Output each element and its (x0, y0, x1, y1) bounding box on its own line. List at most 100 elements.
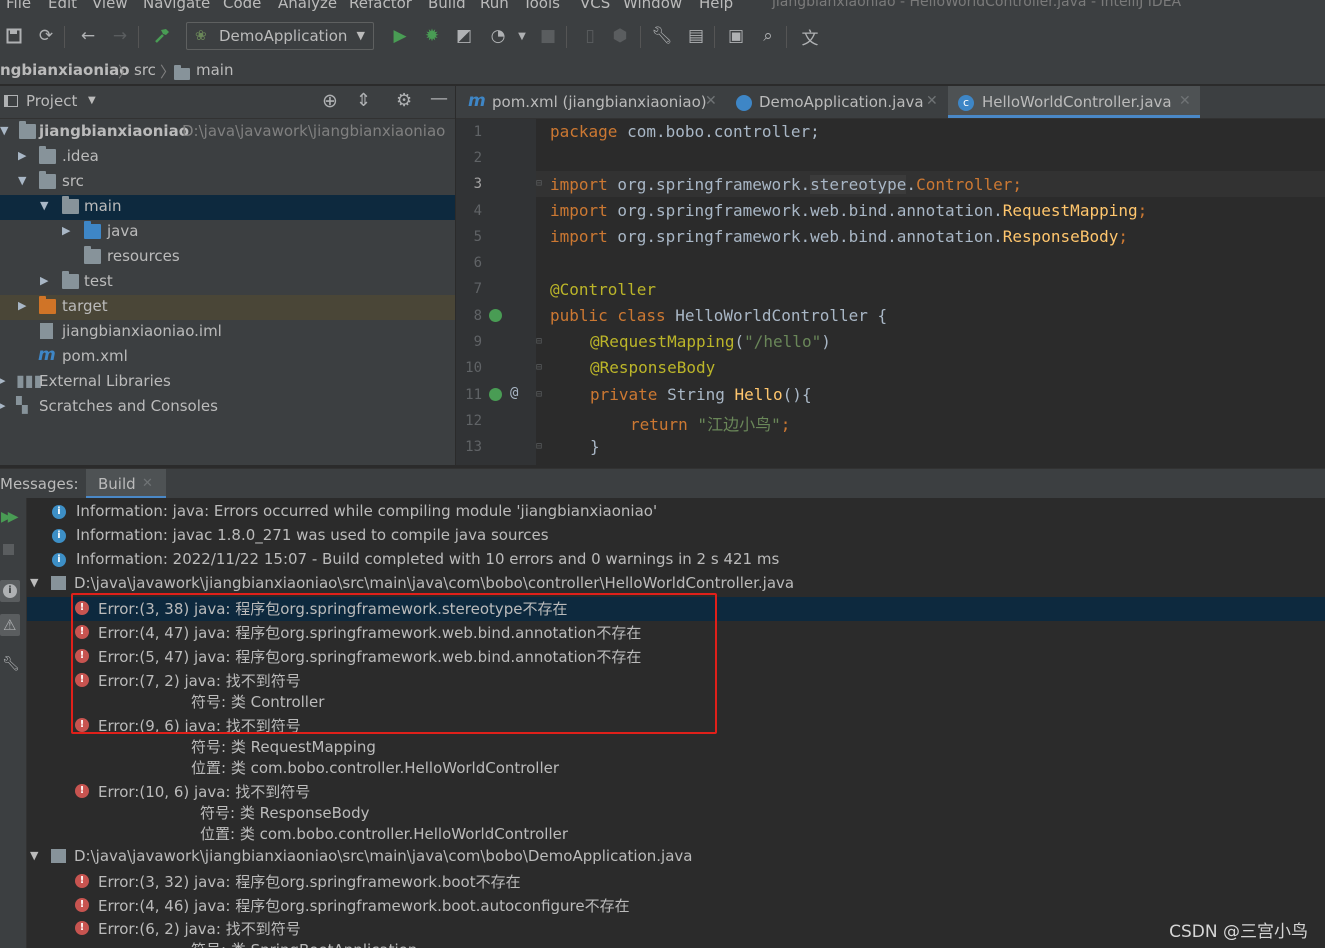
menu-bar: File Edit View Navigate Code Analyze Ref… (0, 0, 1325, 14)
tree-item-resources[interactable]: resources (0, 245, 455, 270)
terminal-icon[interactable]: ▣ (724, 24, 748, 48)
gear-icon[interactable]: ⚙ (396, 90, 412, 111)
menu-help[interactable]: Help (699, 0, 733, 12)
menu-navigate[interactable]: Navigate (143, 0, 210, 12)
menu-code[interactable]: Code (223, 0, 261, 12)
attach-icon[interactable]: ▯ (578, 24, 602, 48)
menu-vcs[interactable]: VCS (580, 0, 610, 12)
profile-icon[interactable]: ◔ (486, 24, 510, 48)
tab-pom[interactable]: m pom.xml (jiangbianxiaoniao) ✕ (456, 86, 728, 118)
expand-arrow-icon[interactable]: ▶ (40, 274, 48, 287)
wrench-icon[interactable]: 🔧︎ (650, 24, 674, 48)
close-icon[interactable]: ✕ (142, 476, 153, 491)
menu-window[interactable]: Window (623, 0, 682, 12)
web-mapping-icon[interactable]: @ (510, 385, 518, 401)
code-line-10: @ResponseBody (590, 358, 716, 377)
close-icon[interactable]: ✕ (926, 93, 938, 109)
tree-item-root[interactable]: ▼ jiangbianxiaoniao D:\java\javawork\jia… (0, 120, 455, 145)
menu-file[interactable]: File (6, 0, 31, 12)
breadcrumb-src[interactable]: src (134, 61, 156, 79)
breadcrumb-main[interactable]: main (196, 61, 233, 79)
menu-refactor[interactable]: Refactor (349, 0, 412, 12)
tree-item-test[interactable]: ▶ test (0, 270, 455, 295)
code-line-5: import org.springframework.web.bind.anno… (550, 227, 1128, 246)
expand-arrow-icon[interactable]: ▼ (0, 124, 8, 137)
close-icon[interactable]: ✕ (1179, 93, 1191, 109)
menu-build[interactable]: Build (428, 0, 466, 12)
stop-icon[interactable] (3, 544, 14, 555)
collapse-all-icon[interactable]: ⇕ (356, 90, 371, 111)
expand-arrow-icon[interactable]: ▼ (30, 576, 38, 589)
code-line-8: public class HelloWorldController { (550, 306, 888, 325)
menu-run[interactable]: Run (480, 0, 509, 12)
expand-arrow-icon[interactable]: ▸ (0, 399, 6, 412)
tree-item-scratches[interactable]: ▸ ▚ Scratches and Consoles (0, 395, 455, 420)
fold-icon[interactable]: ⊟ (536, 389, 542, 400)
wrench-icon[interactable]: 🔧︎ (2, 656, 20, 672)
rerun-icon[interactable]: ▶▶ (1, 509, 18, 525)
fold-icon[interactable]: ⊟ (536, 362, 542, 373)
run-icon[interactable]: ▶ (388, 24, 412, 48)
tab-helloworldcontroller[interactable]: c HelloWorldController.java ✕ (948, 86, 1200, 118)
tree-item-java[interactable]: ▶ java (0, 220, 455, 245)
folder-icon (39, 171, 56, 189)
back-icon[interactable]: ← (76, 24, 100, 48)
expand-arrow-icon[interactable]: ▸ (0, 374, 6, 387)
messages-toolbar: ▶▶ i ⚠ 🔧︎ (0, 498, 27, 948)
translate-icon[interactable]: 文 (798, 24, 822, 49)
expand-arrow-icon[interactable]: ▶ (18, 149, 26, 162)
coverage-icon[interactable]: ◩ (452, 24, 476, 48)
menu-analyze[interactable]: Analyze (278, 0, 337, 12)
debug-icon[interactable]: ✹ (420, 24, 444, 48)
project-view-label[interactable]: Project (26, 92, 77, 110)
expand-arrow-icon[interactable]: ▼ (40, 199, 48, 212)
search-icon[interactable]: ⌕ (756, 24, 780, 48)
code-line-3: import org.springframework.stereotype.Co… (550, 175, 1023, 194)
menu-tools[interactable]: Tools (523, 0, 560, 12)
toolbar: ⟳ ← → ❀ DemoApplication ▼ ▶ ✹ ◩ ◔ ▼ ■ ▯ … (0, 14, 1325, 59)
project-structure-icon[interactable]: ▤ (684, 24, 708, 48)
fold-icon[interactable]: ⊟ (536, 441, 542, 452)
locate-icon[interactable]: ⊕ (322, 90, 338, 112)
tree-item-target[interactable]: ▶ target (0, 295, 455, 320)
menu-edit[interactable]: Edit (48, 0, 77, 12)
menu-view[interactable]: View (92, 0, 128, 12)
spring-bean-icon[interactable] (489, 309, 502, 322)
expand-arrow-icon[interactable]: ▼ (30, 849, 38, 862)
code-line-11: private String Hello(){ (590, 385, 812, 404)
tab-build[interactable]: Build ✕ (86, 469, 166, 499)
forward-icon[interactable]: → (108, 24, 132, 48)
sync-icon[interactable]: ⟳ (34, 24, 58, 48)
chevron-down-icon[interactable]: ▼ (88, 95, 96, 106)
run-configuration-label: DemoApplication (219, 27, 348, 45)
tab-demoapplication[interactable]: DemoApplication.java ✕ (728, 86, 946, 118)
chevron-down-icon[interactable]: ▼ (510, 24, 534, 48)
tree-item-idea[interactable]: ▶ .idea (0, 145, 455, 170)
window-title: jiangbianxiaoniao - HelloWorldController… (772, 0, 1182, 10)
expand-arrow-icon[interactable]: ▶ (18, 299, 26, 312)
minimize-icon[interactable]: — (430, 88, 448, 109)
tree-item-src[interactable]: ▼ src (0, 170, 455, 195)
save-icon[interactable] (2, 24, 26, 48)
show-warnings-toggle[interactable]: ⚠ (0, 614, 20, 636)
tree-item-external-libraries[interactable]: ▸ ▮▮▮ External Libraries (0, 370, 455, 395)
project-tree: ▼ jiangbianxiaoniao D:\java\javawork\jia… (0, 119, 455, 465)
fold-icon[interactable]: ⊟ (536, 336, 542, 347)
stop-icon[interactable]: ■ (536, 24, 560, 48)
fold-icon[interactable]: ⊟ (536, 178, 542, 189)
line-number: 10 (465, 360, 482, 376)
spring-bean-icon[interactable] (489, 388, 502, 401)
tree-item-pom[interactable]: m pom.xml (0, 345, 455, 370)
show-info-toggle[interactable]: i (0, 580, 20, 602)
breadcrumb-project[interactable]: ngbianxiaoniao (0, 61, 130, 79)
run-configuration-select[interactable]: ❀ DemoApplication ▼ (186, 22, 374, 50)
deploy-icon[interactable]: ⬢ (608, 24, 632, 48)
expand-arrow-icon[interactable]: ▼ (18, 174, 26, 187)
tree-item-main[interactable]: ▼ main (0, 195, 455, 220)
error-icon: ! (75, 921, 89, 935)
expand-arrow-icon[interactable]: ▶ (62, 224, 70, 237)
code-editor[interactable]: 1 2 3 4 5 6 7 8 9 10 11 12 13 @ ⊟ ⊟ ⊟ ⊟ … (456, 119, 1325, 465)
tree-item-iml[interactable]: jiangbianxiaoniao.iml (0, 320, 455, 345)
build-hammer-icon[interactable] (150, 24, 174, 48)
close-icon[interactable]: ✕ (705, 93, 717, 109)
